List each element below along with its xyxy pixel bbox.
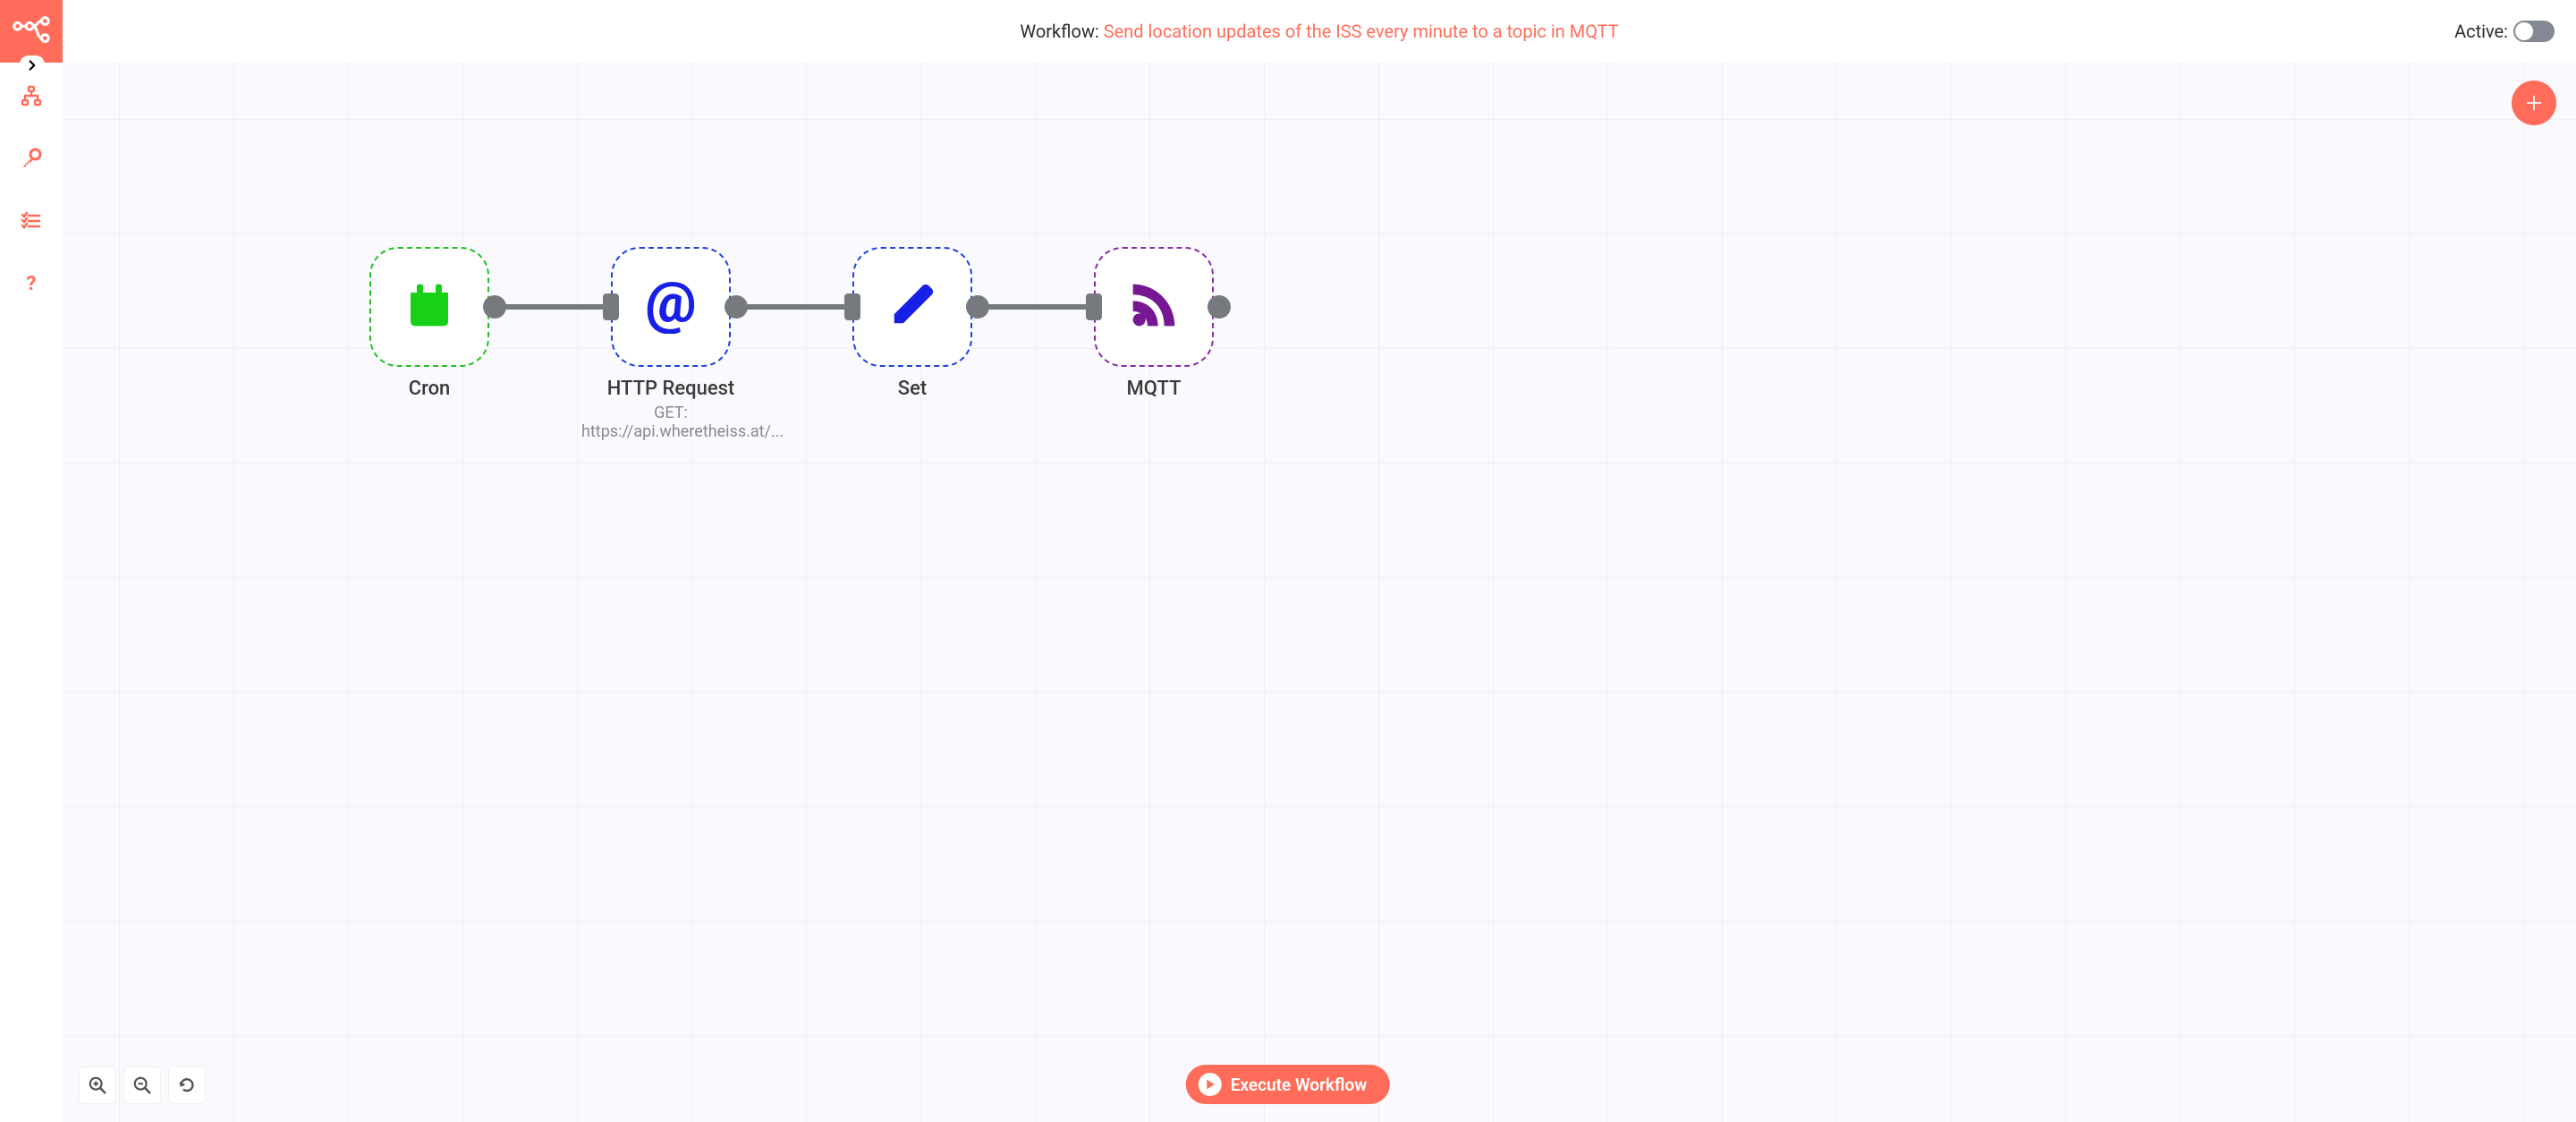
zoom-out-icon bbox=[132, 1075, 152, 1095]
node-output-port[interactable] bbox=[724, 295, 748, 319]
execute-workflow-label: Execute Workflow bbox=[1231, 1075, 1367, 1095]
app-logo[interactable] bbox=[0, 0, 63, 63]
n8n-logo-icon bbox=[11, 11, 52, 52]
node-input-port[interactable] bbox=[844, 293, 860, 320]
question-icon: ? bbox=[21, 273, 42, 294]
workflow-title-name[interactable]: Send location updates of the ISS every m… bbox=[1104, 21, 1619, 42]
plus-icon bbox=[2524, 93, 2544, 113]
chevron-right-icon bbox=[27, 60, 38, 71]
workflow-canvas[interactable]: Cron @ HTTP Request GET: https://api.wheret… bbox=[63, 63, 2576, 1122]
sidebar: ? bbox=[0, 0, 63, 1122]
pencil-icon bbox=[888, 281, 936, 333]
add-node-button[interactable] bbox=[2512, 81, 2556, 125]
node-title: MQTT bbox=[1064, 378, 1243, 400]
workflow-title: Workflow: Send location updates of the I… bbox=[1020, 21, 1618, 42]
sitemap-icon bbox=[21, 85, 42, 106]
at-icon: @ bbox=[642, 276, 699, 337]
header-bar: Workflow: Send location updates of the I… bbox=[63, 0, 2576, 63]
sidebar-expand-button[interactable] bbox=[20, 55, 45, 75]
node-title: Cron bbox=[340, 378, 519, 400]
zoom-reset-button[interactable] bbox=[168, 1067, 206, 1104]
sidebar-nav: ? bbox=[20, 84, 43, 295]
active-label: Active: bbox=[2454, 21, 2508, 42]
zoom-controls bbox=[79, 1067, 206, 1104]
workflows-nav[interactable] bbox=[20, 84, 43, 107]
executions-nav[interactable] bbox=[20, 209, 43, 233]
node-cron: Cron bbox=[340, 247, 519, 400]
node-input-port[interactable] bbox=[1086, 293, 1102, 320]
active-toggle-group: Active: bbox=[2454, 0, 2555, 63]
calendar-icon bbox=[404, 280, 454, 334]
node-output-port[interactable] bbox=[483, 295, 506, 319]
key-icon bbox=[21, 148, 42, 169]
node-set: Set bbox=[823, 247, 1002, 400]
toggle-knob bbox=[2515, 22, 2533, 40]
node-subtitle: GET: https://api.wheretheiss.at/... bbox=[581, 404, 760, 441]
node-box-http[interactable]: @ bbox=[611, 247, 731, 367]
help-nav[interactable]: ? bbox=[20, 272, 43, 295]
active-toggle[interactable] bbox=[2513, 21, 2555, 42]
svg-text:@: @ bbox=[645, 276, 696, 334]
workflow-title-prefix: Workflow: bbox=[1020, 21, 1103, 42]
play-icon-circle bbox=[1199, 1073, 1222, 1096]
list-icon bbox=[21, 210, 42, 232]
zoom-in-icon bbox=[88, 1075, 107, 1095]
node-http: @ HTTP Request GET: https://api.wheretheis… bbox=[581, 247, 760, 441]
node-output-port[interactable] bbox=[1208, 295, 1231, 319]
execute-workflow-button[interactable]: Execute Workflow bbox=[1186, 1065, 1390, 1104]
node-title: Set bbox=[823, 378, 1002, 400]
node-box-mqtt[interactable] bbox=[1094, 247, 1214, 367]
node-title: HTTP Request bbox=[581, 378, 760, 400]
svg-text:?: ? bbox=[27, 273, 37, 294]
node-box-set[interactable] bbox=[852, 247, 972, 367]
zoom-out-button[interactable] bbox=[123, 1067, 161, 1104]
play-icon bbox=[1204, 1078, 1216, 1091]
undo-icon bbox=[177, 1075, 197, 1095]
node-mqtt: MQTT bbox=[1064, 247, 1243, 400]
credentials-nav[interactable] bbox=[20, 147, 43, 170]
feed-icon bbox=[1129, 280, 1179, 334]
node-box-cron[interactable] bbox=[369, 247, 489, 367]
node-output-port[interactable] bbox=[966, 295, 989, 319]
zoom-in-button[interactable] bbox=[79, 1067, 116, 1104]
node-input-port[interactable] bbox=[603, 293, 619, 320]
